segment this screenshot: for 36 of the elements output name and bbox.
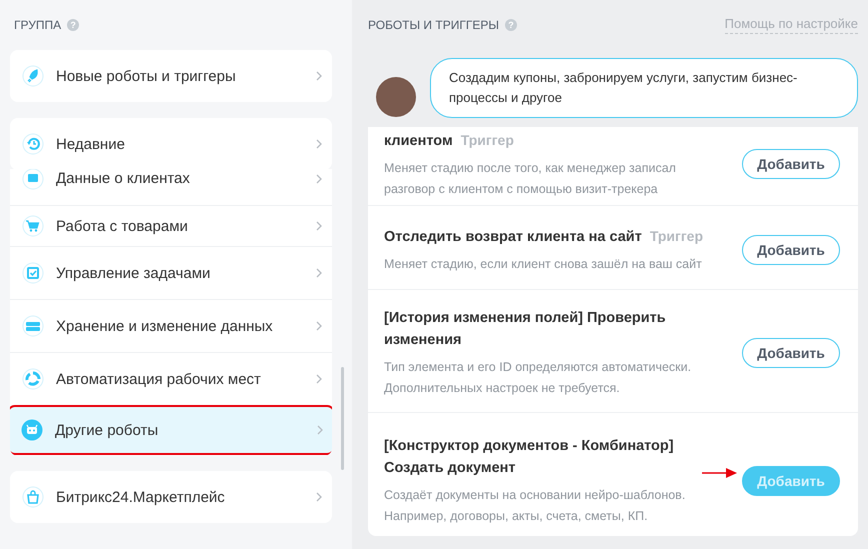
robot-description: Создаёт документы на основании нейро-шаблонов. Например, договоры, акты, счета, сметы, КП. xyxy=(384,487,686,525)
card-icon xyxy=(22,169,44,190)
chevron-icon xyxy=(316,71,322,81)
annotation-arrow xyxy=(702,466,738,480)
checkbox-icon xyxy=(22,262,44,284)
history-icon xyxy=(22,133,44,155)
tip-bubble: Создадим купоны, забронируем услуги, запустим бизнес-процессы и другое xyxy=(430,58,858,118)
robot-description: Меняет стадию, если клиент снова зашёл на ваш сайт xyxy=(384,256,703,272)
add-button[interactable]: Добавить xyxy=(742,149,840,179)
add-button[interactable]: Добавить xyxy=(742,338,840,368)
robot-title: [История изменения полей] Проверить изменения xyxy=(384,309,667,350)
robot-title: клиентом Триггер xyxy=(384,130,515,150)
robot-description: Тип элемента и его ID определяются автоматически. Дополнительных настроек не требуется. xyxy=(384,359,692,397)
chevron-icon xyxy=(316,174,322,184)
chevron-icon xyxy=(316,374,322,384)
avatar xyxy=(376,77,416,117)
chevron-icon xyxy=(316,139,322,149)
robot-icon xyxy=(21,419,43,441)
cart-icon xyxy=(22,215,44,237)
tray-icon xyxy=(22,315,44,337)
chevron-icon xyxy=(316,268,322,278)
add-button[interactable]: Добавить xyxy=(742,234,840,264)
chevron-icon xyxy=(316,221,322,231)
ring-icon xyxy=(22,368,44,390)
section-title: ГРУППА xyxy=(14,18,62,32)
section-title: РОБОТЫ И ТРИГГЕРЫ xyxy=(368,18,499,32)
rocket-icon xyxy=(22,65,44,87)
group-item[interactable]: Другие роботы xyxy=(10,405,332,455)
robot-description: Меняет стадию после того, как менеджер записал разговор с клиентом с помощью визит-трекера xyxy=(384,160,677,198)
robot-title: Отследить возврат клиента на сайт Триггер xyxy=(384,226,704,246)
chevron-icon xyxy=(316,321,322,331)
chevron-icon xyxy=(316,492,322,502)
chevron-icon xyxy=(317,425,323,435)
robot-title: [Конструктор документов - Комбинатор] Создать документ xyxy=(384,437,675,478)
bag-icon xyxy=(22,486,44,508)
scrollbar[interactable] xyxy=(341,367,344,470)
